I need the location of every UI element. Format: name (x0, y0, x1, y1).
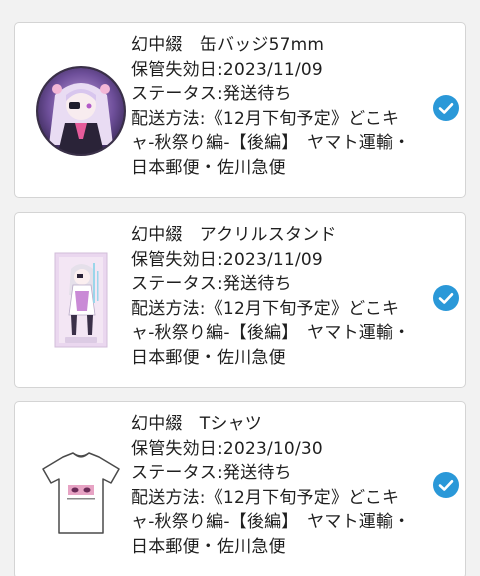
list-item[interactable]: 幻中綴 Tシャツ 保管失効日:2023/10/30 ステータス:発送待ち 配送方… (14, 401, 466, 576)
shipping-method-line: 日本郵便・佐川急便 (131, 157, 286, 178)
status-text: ステータス:発送待ち (131, 463, 292, 483)
can-badge-thumbnail (36, 66, 126, 156)
item-details: 幻中綴 Tシャツ 保管失効日:2023/10/30 ステータス:発送待ち 配送方… (131, 412, 417, 559)
expiry-date: 保管失効日:2023/11/09 (131, 59, 323, 80)
item-details: 幻中綴 缶バッジ57mm 保管失効日:2023/11/09 ステータス:発送待ち… (131, 33, 417, 180)
tshirt-thumbnail (42, 452, 120, 534)
checkmark-circle-icon[interactable] (433, 285, 459, 311)
item-name: 幻中綴 アクリルスタンド (131, 225, 337, 245)
expiry-date: 保管失効日:2023/10/30 (131, 438, 323, 459)
checkmark-circle-icon[interactable] (433, 472, 459, 498)
list-item[interactable]: 幻中綴 アクリルスタンド 保管失効日:2023/11/09 ステータス:発送待ち… (14, 212, 466, 388)
list-item[interactable]: 幻中綴 缶バッジ57mm 保管失効日:2023/11/09 ステータス:発送待ち… (14, 22, 466, 198)
item-name: 幻中綴 缶バッジ57mm (131, 35, 325, 55)
shipping-method-line: 日本郵便・佐川急便 (131, 347, 286, 368)
shipping-method-line: ャ-秋祭り編-【後編】 ヤマト運輸・ (131, 323, 411, 343)
shipping-method-line: 配送方法:《12月下旬予定》どこキ (131, 487, 400, 508)
status-text: ステータス:発送待ち (131, 274, 292, 294)
shipping-method-line: 配送方法:《12月下旬予定》どこキ (131, 298, 400, 319)
shipping-method-line: ャ-秋祭り編-【後編】 ヤマト運輸・ (131, 133, 411, 153)
status-text: ステータス:発送待ち (131, 84, 292, 104)
shipment-list: 幻中綴 缶バッジ57mm 保管失効日:2023/11/09 ステータス:発送待ち… (0, 0, 480, 576)
shipping-method-line: ャ-秋祭り編-【後編】 ヤマト運輸・ (131, 512, 411, 532)
item-name: 幻中綴 Tシャツ (131, 414, 262, 434)
item-details: 幻中綴 アクリルスタンド 保管失効日:2023/11/09 ステータス:発送待ち… (131, 223, 417, 370)
expiry-date: 保管失効日:2023/11/09 (131, 249, 323, 270)
shipping-method-line: 日本郵便・佐川急便 (131, 536, 286, 557)
checkmark-circle-icon[interactable] (433, 95, 459, 121)
acrylic-stand-thumbnail (54, 252, 108, 348)
shipping-method-line: 配送方法:《12月下旬予定》どこキ (131, 108, 400, 129)
